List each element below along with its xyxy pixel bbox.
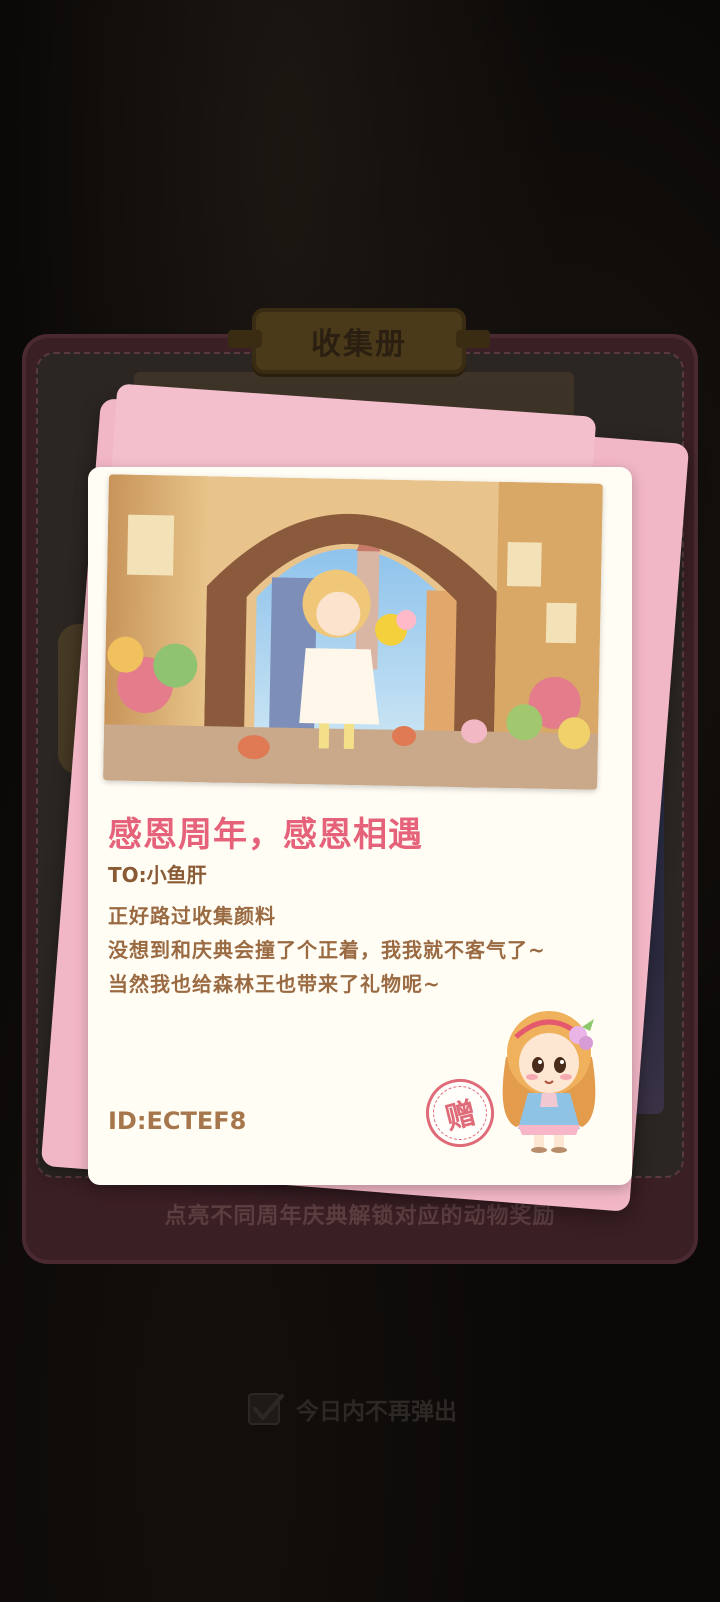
dont-show-today-option[interactable]: 今日内不再弹出 bbox=[248, 1392, 457, 1426]
letter-line: 当然我也给森林王也带来了礼物呢~ bbox=[108, 972, 441, 996]
dont-show-label: 今日内不再弹出 bbox=[296, 1399, 457, 1425]
letter-title: 感恩周年，感恩相遇 bbox=[108, 815, 423, 855]
letter-line: 没想到和庆典会撞了个正着，我我就不客气了~ bbox=[108, 938, 546, 962]
girl-character-icon bbox=[486, 997, 612, 1153]
letter-id: ID:ECTEF8 bbox=[108, 1107, 247, 1135]
dont-show-checkbox[interactable] bbox=[248, 1393, 284, 1425]
letter-body: 正好路过收集颜料 没想到和庆典会撞了个正着，我我就不客气了~ 当然我也给森林王也… bbox=[108, 899, 612, 1001]
checkmark-icon bbox=[253, 1394, 284, 1420]
letter-line: 正好路过收集颜料 bbox=[108, 904, 276, 928]
letter-recipient: TO:小鱼肝 bbox=[108, 863, 207, 887]
collection-book-title: 收集册 bbox=[228, 308, 490, 374]
archway-street-illustration bbox=[103, 474, 603, 790]
letter-card[interactable]: 感恩周年，感恩相遇 TO:小鱼肝 正好路过收集颜料 没想到和庆典会撞了个正着，我… bbox=[88, 467, 632, 1185]
